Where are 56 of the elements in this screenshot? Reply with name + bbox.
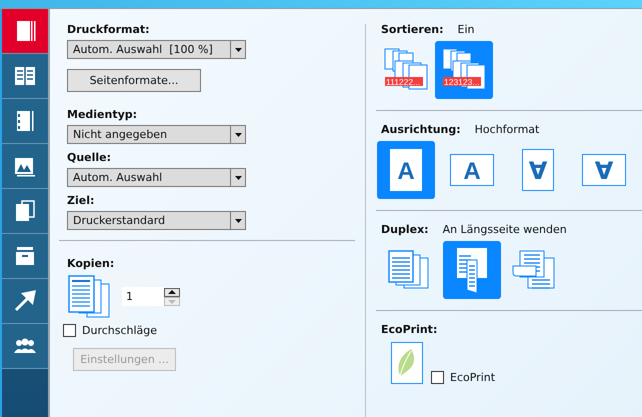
sidebar-tab[interactable] [2, 144, 48, 189]
portrait-page-icon: A [390, 149, 422, 191]
section-value: Ein [458, 23, 474, 36]
sidebar-tab[interactable] [2, 9, 48, 54]
section-value: An Längsseite wenden [442, 223, 567, 236]
checkbox[interactable] [63, 324, 76, 337]
caret-icon [234, 218, 242, 222]
dropdown[interactable]: Autom. Auswahl [100 %] [67, 40, 246, 59]
duplex-pages-icon [512, 250, 556, 290]
sidebar-tab[interactable] [2, 54, 48, 99]
checkbox-label: EcoPrint [450, 371, 496, 384]
spin-arrows-icon[interactable] [164, 288, 180, 306]
caret-icon [234, 48, 242, 52]
duplex-flip-icon [455, 246, 489, 294]
field-label: Quelle: [67, 151, 112, 164]
pages-icon [13, 199, 37, 223]
orientation-option[interactable]: ∀ [575, 141, 633, 199]
section-label: EcoPrint: [381, 323, 438, 336]
section-label: Sortieren: [381, 23, 444, 36]
orientation-option[interactable]: A [377, 141, 435, 199]
field-label: Ziel: [67, 194, 94, 207]
section-label: Ausrichtung: [381, 123, 461, 136]
sidebar-tab[interactable] [2, 324, 48, 369]
landscape-page-icon: A [450, 154, 494, 186]
sidebar-tab[interactable] [2, 279, 48, 324]
list-icon [13, 64, 37, 88]
duplex-option[interactable] [443, 241, 501, 299]
leaf-icon [391, 342, 423, 384]
section-label: Duplex: [381, 223, 429, 236]
collate-option[interactable]: 123123... [435, 41, 493, 99]
copies-spinbox[interactable]: 1 [122, 287, 180, 306]
orientation-option[interactable]: A [443, 141, 501, 199]
copies-icon [67, 275, 111, 318]
dropdown[interactable]: Nicht angegeben [67, 125, 246, 144]
dropdown[interactable]: Autom. Auswahl [67, 168, 246, 187]
caret-icon [234, 176, 242, 180]
portrait-page-icon: ∀ [522, 149, 554, 191]
field-label: Medientyp: [67, 108, 138, 121]
orientation-option[interactable]: ∀ [509, 141, 567, 199]
sidebar-tab[interactable] [2, 234, 48, 279]
checkbox[interactable] [431, 371, 444, 384]
collate-option[interactable]: 111222... [381, 41, 431, 99]
field-label: Druckformat: [67, 23, 150, 36]
checkbox-label: Durchschläge [82, 324, 158, 337]
section-value: Hochformat [474, 123, 540, 136]
page-formats-button[interactable]: Seitenformate... [67, 69, 201, 92]
collate-caption: 123123... [444, 77, 480, 87]
dropdown[interactable]: Druckerstandard [67, 211, 246, 230]
sidebar-tab[interactable] [2, 189, 48, 234]
sidebar-tab[interactable] [2, 99, 48, 144]
caret-icon [234, 132, 242, 136]
arrow-icon [13, 289, 37, 313]
box-icon [13, 244, 37, 268]
field-label: Kopien: [67, 257, 114, 270]
collate-caption: 111222... [386, 77, 420, 87]
landscape-page-icon: ∀ [582, 154, 626, 186]
